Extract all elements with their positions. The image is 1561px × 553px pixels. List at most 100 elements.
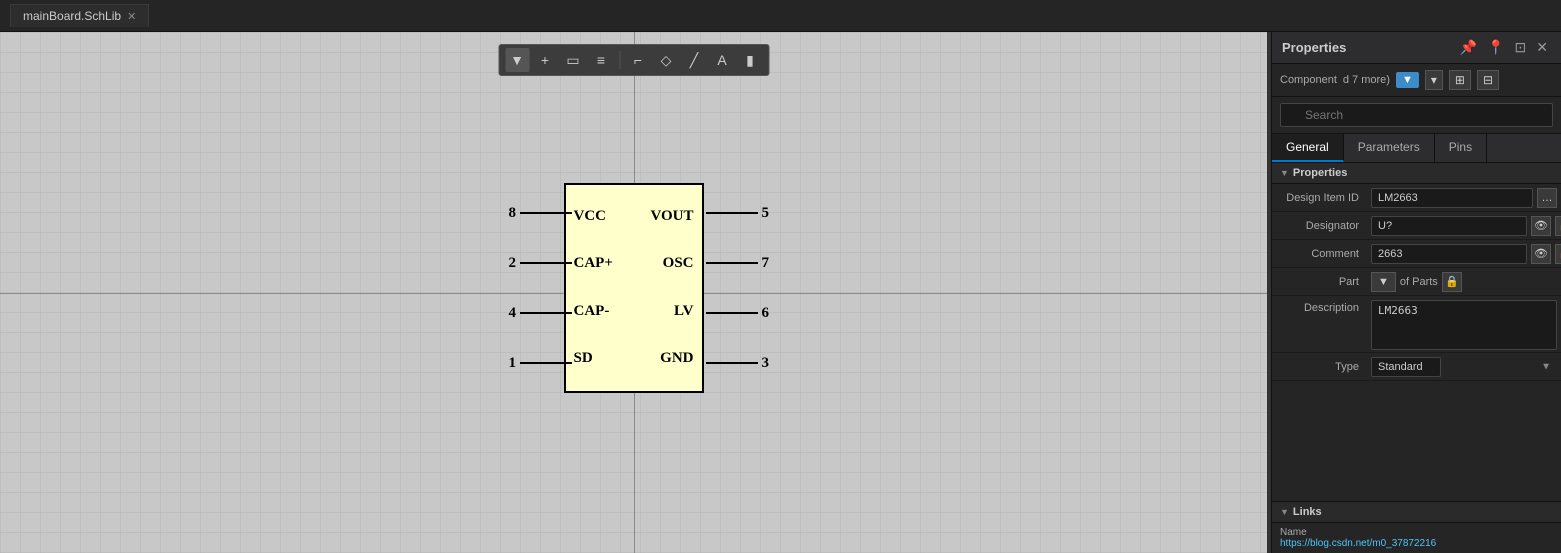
polygon-toolbar-btn[interactable]: ◇ <box>654 48 678 72</box>
link-name-label: Name <box>1280 527 1553 538</box>
type-row: Type Standard Mechanical Graphical Net T… <box>1272 353 1561 381</box>
part-dropdown-arrow: ▼ <box>1378 276 1389 288</box>
pin-5-right: 5 <box>706 205 770 222</box>
pin-name-vcc: VCC <box>574 208 607 225</box>
pin-1-line <box>520 362 572 364</box>
close-panel-icon[interactable]: ✕ <box>1533 38 1551 57</box>
pin-name-cap-minus: CAP- <box>574 303 610 320</box>
description-input[interactable]: LM2663 <box>1371 300 1557 350</box>
pin-4-num: 4 <box>509 305 517 322</box>
search-container: 🔍 <box>1280 103 1553 127</box>
part-label: Part <box>1272 272 1367 292</box>
type-label: Type <box>1272 357 1367 377</box>
pin-3-right: 3 <box>706 355 770 372</box>
pin-3-num: 3 <box>762 355 770 372</box>
maximize-panel-icon[interactable]: ⊡ <box>1512 38 1530 57</box>
close-icon[interactable]: ✕ <box>127 10 136 23</box>
toolbar: ▼ + ▭ ≡ ⌐ ◇ ╱ A ▮ <box>498 44 769 76</box>
wire-toolbar-btn[interactable]: ⌐ <box>626 48 650 72</box>
tab-general[interactable]: General <box>1272 134 1344 162</box>
title-bar: mainBoard.SchLib ✕ <box>0 0 1561 32</box>
ic-row-2: CAP+ OSC <box>566 255 702 272</box>
pin-2-num: 2 <box>509 255 517 272</box>
design-item-id-row: Design Item ID … <box>1272 184 1561 212</box>
pin-1-num: 1 <box>509 355 517 372</box>
part-lock-btn[interactable]: 🔒 <box>1442 272 1462 292</box>
line-toolbar-btn[interactable]: ╱ <box>682 48 706 72</box>
pin-7-line <box>706 262 758 264</box>
text-toolbar-btn[interactable]: A <box>710 48 734 72</box>
pin-5-num: 5 <box>762 205 770 222</box>
pin-name-cap-plus: CAP+ <box>574 255 613 272</box>
comment-label: Comment <box>1272 244 1367 264</box>
filter-button[interactable]: ▼ <box>1396 72 1419 88</box>
panel-header-icons: 📌 📍 ⊡ ✕ <box>1457 38 1551 57</box>
comment-lock-btn[interactable]: 🔒 <box>1555 244 1561 264</box>
add-toolbar-btn[interactable]: + <box>533 48 557 72</box>
filter-label: Component <box>1280 74 1337 86</box>
description-label: Description <box>1272 296 1367 318</box>
type-value-area: Standard Mechanical Graphical Net Tie ▼ <box>1367 355 1561 379</box>
filter-extra: d 7 more) <box>1343 74 1390 86</box>
links-triangle-icon: ▼ <box>1280 507 1289 517</box>
designator-input[interactable] <box>1371 216 1527 236</box>
part-row: Part ▼ of Parts 🔒 <box>1272 268 1561 296</box>
search-row: 🔍 <box>1272 97 1561 134</box>
main-layout: ▼ + ▭ ≡ ⌐ ◇ ╱ A ▮ VCC VOUT CAP+ <box>0 32 1561 553</box>
designator-label: Designator <box>1272 216 1367 236</box>
panel-header: Properties 📌 📍 ⊡ ✕ <box>1272 32 1561 64</box>
ic-row-3: CAP- LV <box>566 303 702 320</box>
pin-panel-icon[interactable]: 📌 <box>1457 38 1480 57</box>
toolbar-separator <box>619 51 620 69</box>
properties-section-header: ▼ Properties <box>1272 163 1561 184</box>
search-input[interactable] <box>1280 103 1553 127</box>
canvas-area[interactable]: ▼ + ▭ ≡ ⌐ ◇ ╱ A ▮ VCC VOUT CAP+ <box>0 32 1267 553</box>
designator-eye-btn[interactable]: 👁 <box>1531 216 1551 236</box>
designator-lock-btn[interactable]: 🔒 <box>1555 216 1561 236</box>
type-dropdown[interactable]: Standard Mechanical Graphical Net Tie <box>1371 357 1441 377</box>
panel-extra-btn1[interactable]: ⊞ <box>1449 70 1471 90</box>
filter-toolbar-btn[interactable]: ▼ <box>505 48 529 72</box>
tab-parameters[interactable]: Parameters <box>1344 134 1435 162</box>
part-dropdown-btn[interactable]: ▼ <box>1371 272 1396 292</box>
panel-title: Properties <box>1282 40 1346 55</box>
design-item-id-browse-btn[interactable]: … <box>1537 188 1557 208</box>
pin-6-line <box>706 312 758 314</box>
filter-expand-btn[interactable]: ▾ <box>1425 70 1443 90</box>
comment-input[interactable] <box>1371 244 1527 264</box>
pin-2-line <box>520 262 572 264</box>
pin-6-right: 6 <box>706 305 770 322</box>
pin-1-left: 1 <box>509 355 573 372</box>
tab-label: mainBoard.SchLib <box>23 9 121 23</box>
pin-3-line <box>706 362 758 364</box>
right-panel: Properties 📌 📍 ⊡ ✕ Component d 7 more) ▼… <box>1271 32 1561 553</box>
link-url[interactable]: https://blog.csdn.net/m0_37872216 <box>1280 538 1553 549</box>
description-row: Description LM2663 <box>1272 296 1561 353</box>
pin-8-line <box>520 212 572 214</box>
paint-toolbar-btn[interactable]: ▮ <box>738 48 762 72</box>
tabs-row: General Parameters Pins <box>1272 134 1561 163</box>
bus-toolbar-btn[interactable]: ≡ <box>589 48 613 72</box>
pin-2-left: 2 <box>509 255 573 272</box>
panel-filter-row: Component d 7 more) ▼ ▾ ⊞ ⊟ <box>1272 64 1561 97</box>
design-item-id-label: Design Item ID <box>1272 188 1367 208</box>
comment-eye-btn[interactable]: 👁 <box>1531 244 1551 264</box>
type-dropdown-arrow-icon: ▼ <box>1541 361 1551 372</box>
links-section: ▼ Links Name https://blog.csdn.net/m0_37… <box>1272 501 1561 553</box>
design-item-id-input[interactable] <box>1371 188 1533 208</box>
pin-4-left: 4 <box>509 305 573 322</box>
component-wrapper: VCC VOUT CAP+ OSC CAP- LV SD GND <box>454 173 814 413</box>
pin-name-sd: SD <box>574 350 593 367</box>
pin-7-num: 7 <box>762 255 770 272</box>
title-tab[interactable]: mainBoard.SchLib ✕ <box>10 4 149 27</box>
type-dropdown-wrapper: Standard Mechanical Graphical Net Tie ▼ <box>1371 357 1557 377</box>
unpin-panel-icon[interactable]: 📍 <box>1484 38 1507 57</box>
properties-section: ▼ Properties Design Item ID … Designator… <box>1272 163 1561 501</box>
tab-pins[interactable]: Pins <box>1435 134 1487 162</box>
filter-funnel-icon: ▼ <box>1402 74 1413 86</box>
panel-extra-btn2[interactable]: ⊟ <box>1477 70 1499 90</box>
rectangle-toolbar-btn[interactable]: ▭ <box>561 48 585 72</box>
comment-row: Comment 👁 🔒 <box>1272 240 1561 268</box>
pin-5-line <box>706 212 758 214</box>
pin-6-num: 6 <box>762 305 770 322</box>
